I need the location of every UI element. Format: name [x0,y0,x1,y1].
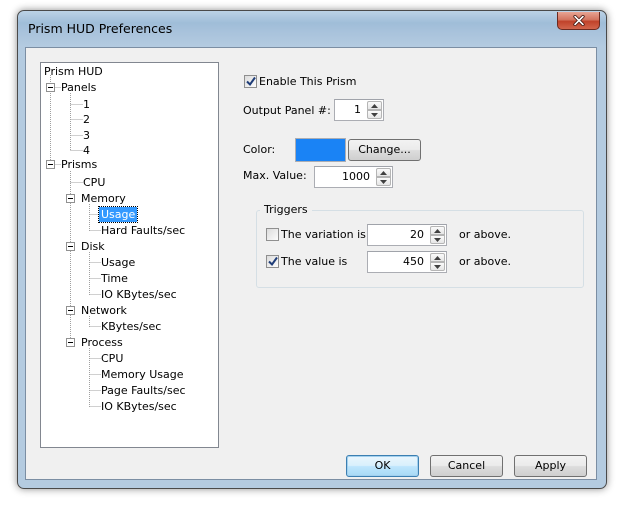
title-bar[interactable]: Prism HUD Preferences [18,11,606,51]
variation-up-button[interactable] [430,226,445,235]
output-panel-up-button[interactable] [367,101,382,110]
output-panel-value: 1 [354,103,361,116]
max-value-up-button[interactable] [376,168,391,177]
tree-node-disk-io[interactable]: IO KBytes/sec [99,287,179,302]
output-panel-down-button[interactable] [367,110,382,119]
check-icon [246,76,256,87]
enable-prism-checkbox[interactable] [244,75,257,88]
tree-node-process-cpu[interactable]: CPU [99,351,125,366]
memory-collapse-icon[interactable] [66,194,75,203]
value-suffix: or above. [459,255,511,268]
max-value-spin [376,168,391,186]
tree-node-panel-1[interactable]: 1 [81,97,92,112]
chevron-up-icon [434,255,441,260]
variation-suffix: or above. [459,228,511,241]
prism-tree[interactable]: Prism HUD Panels 1 2 3 4 Prisms CPU Memo… [40,62,219,448]
triggers-group-label: Triggers [260,203,312,216]
tree-node-disk-time[interactable]: Time [99,271,130,286]
chevron-down-icon [380,179,387,184]
max-value-stepper[interactable]: 1000 [314,166,393,188]
tree-node-panel-2[interactable]: 2 [81,112,92,127]
value-value: 450 [403,255,424,268]
chevron-up-icon [434,228,441,233]
output-panel-stepper[interactable]: 1 [334,99,384,121]
panels-collapse-icon[interactable] [46,83,55,92]
tree-node-panel-4[interactable]: 4 [81,143,92,158]
ok-button[interactable]: OK [346,455,419,477]
value-label[interactable]: The value is [281,255,347,268]
variation-checkbox[interactable] [266,228,279,241]
value-checkbox[interactable] [266,255,279,268]
tree-node-network-kbytes[interactable]: KBytes/sec [99,319,163,334]
variation-spin [430,226,445,244]
output-panel-label: Output Panel #: [243,104,331,117]
output-panel-spin [367,101,382,119]
apply-button[interactable]: Apply [514,455,587,477]
tree-node-page-faults[interactable]: Page Faults/sec [99,383,188,398]
tree-node-disk[interactable]: Disk [79,239,107,254]
close-icon [572,15,585,26]
preferences-window: Prism HUD Preferences Prism HUD Panels 1… [17,10,607,489]
variation-value: 20 [410,228,424,241]
chevron-down-icon [371,112,378,117]
window-title: Prism HUD Preferences [28,21,173,36]
tree-node-disk-usage[interactable]: Usage [99,255,137,270]
value-stepper[interactable]: 450 [367,251,447,273]
tree-node-prisms[interactable]: Prisms [59,157,99,172]
tree-node-process-io[interactable]: IO KBytes/sec [99,399,179,414]
tree-node-panel-3[interactable]: 3 [81,128,92,143]
change-color-button[interactable]: Change... [348,139,421,161]
variation-down-button[interactable] [430,235,445,244]
tree-node-prism-hud[interactable]: Prism HUD [42,64,105,79]
tree-node-hard-faults[interactable]: Hard Faults/sec [99,223,187,238]
tree-node-memory[interactable]: Memory [79,191,128,206]
color-label: Color: [243,143,276,156]
tree-node-cpu[interactable]: CPU [81,175,107,190]
disk-collapse-icon[interactable] [66,242,75,251]
value-spin [430,253,445,271]
chevron-down-icon [434,264,441,269]
network-collapse-icon[interactable] [66,306,75,315]
tree-node-network[interactable]: Network [79,303,129,318]
variation-stepper[interactable]: 20 [367,224,447,246]
chevron-up-icon [380,170,387,175]
color-swatch [295,138,346,162]
triggers-group [256,210,584,288]
max-value-value: 1000 [342,170,370,183]
tree-node-process-memory[interactable]: Memory Usage [99,367,186,382]
dialog-client: Prism HUD Panels 1 2 3 4 Prisms CPU Memo… [25,47,597,480]
cancel-button[interactable]: Cancel [430,455,503,477]
tree-node-panels[interactable]: Panels [59,80,98,95]
enable-prism-label[interactable]: Enable This Prism [259,75,356,88]
prisms-collapse-icon[interactable] [46,160,55,169]
close-button[interactable] [557,12,600,30]
variation-label[interactable]: The variation is [281,228,366,241]
value-down-button[interactable] [430,262,445,271]
check-icon [268,256,278,267]
value-up-button[interactable] [430,253,445,262]
max-value-label: Max. Value: [243,169,307,182]
tree-node-process[interactable]: Process [79,335,125,350]
tree-node-memory-usage[interactable]: Usage [97,206,139,223]
chevron-down-icon [434,237,441,242]
chevron-up-icon [371,103,378,108]
max-value-down-button[interactable] [376,177,391,186]
process-collapse-icon[interactable] [66,338,75,347]
